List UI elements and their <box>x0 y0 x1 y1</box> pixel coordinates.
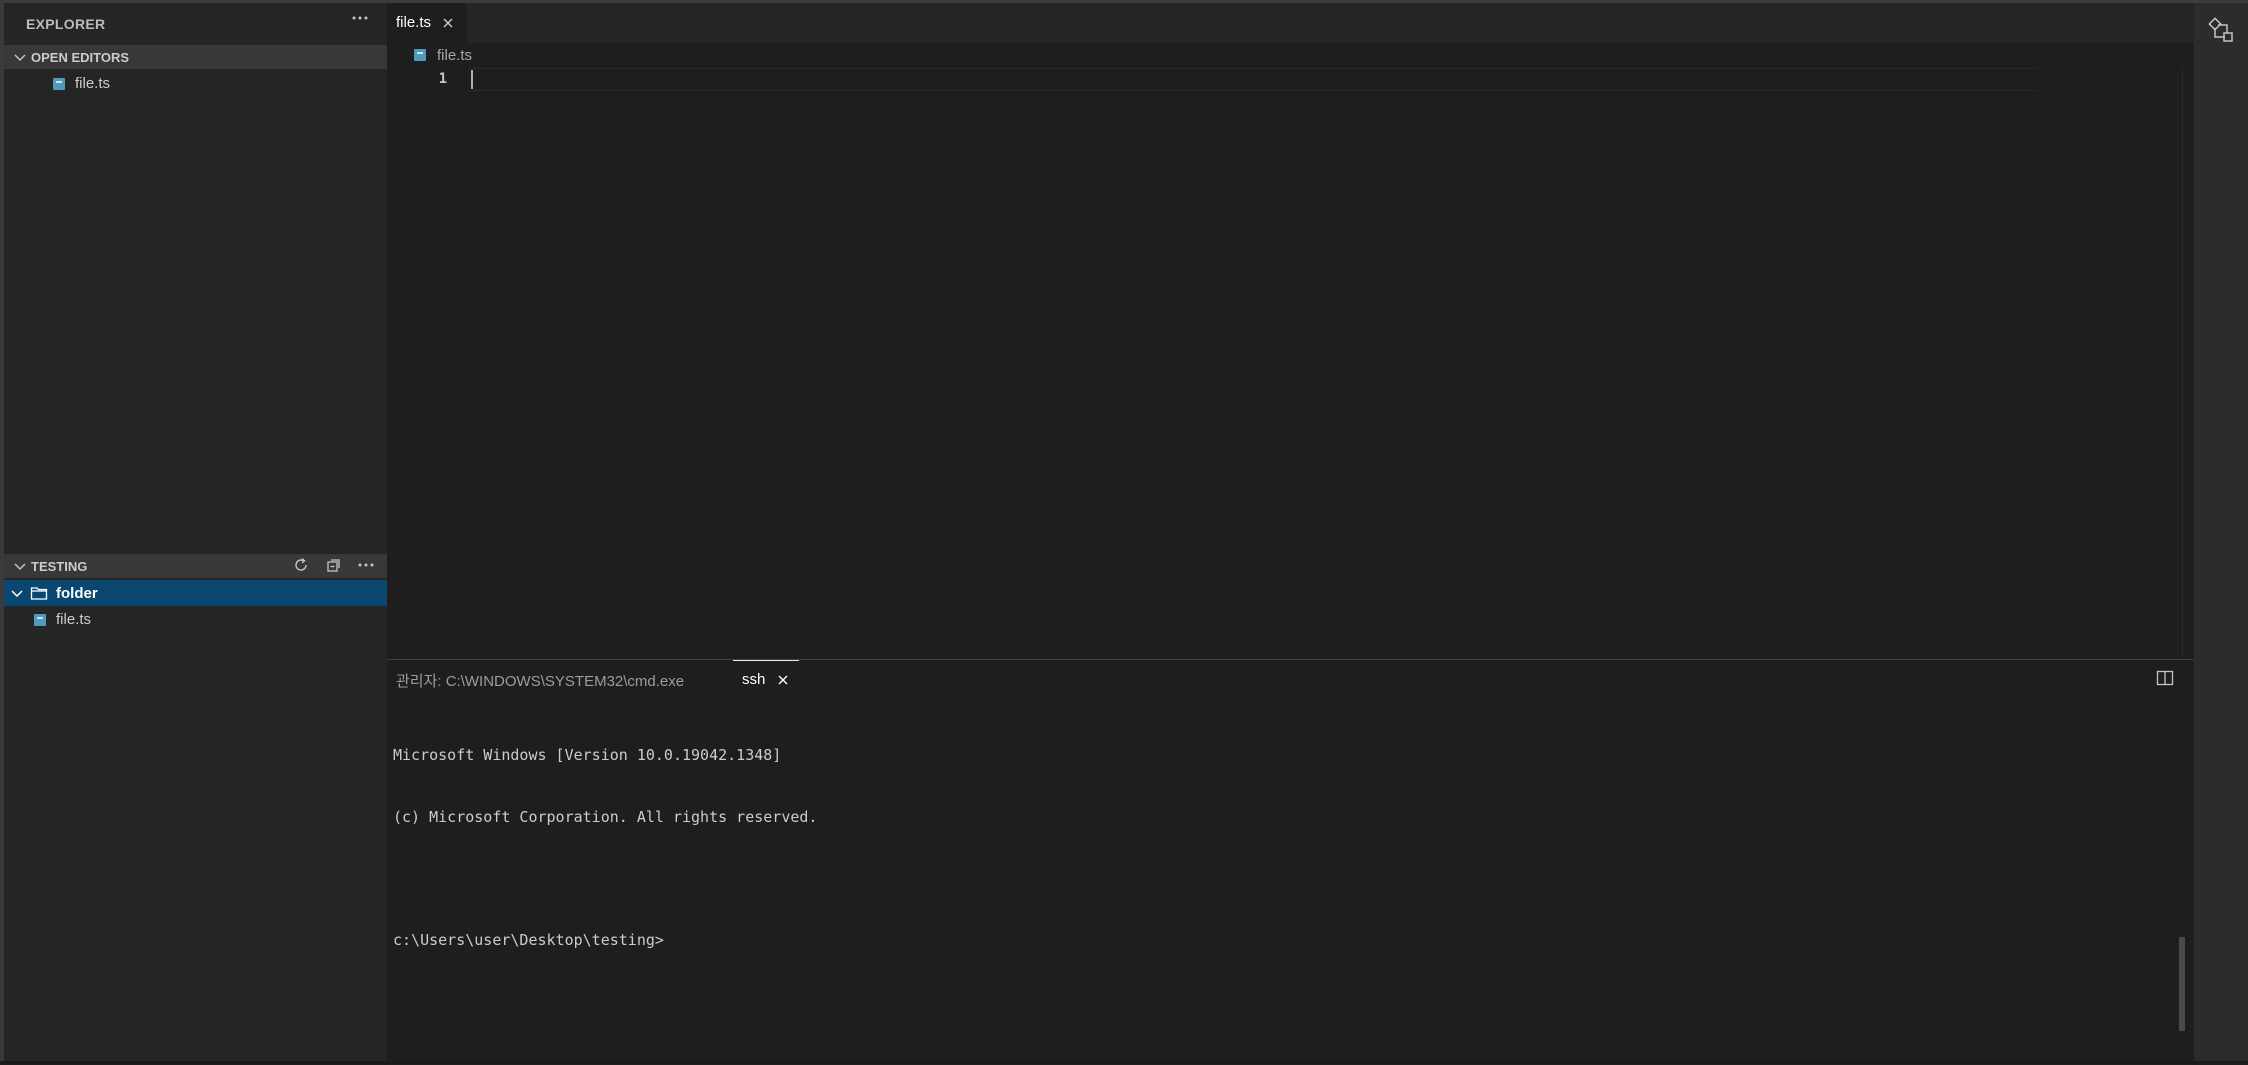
breadcrumb-file[interactable]: file.ts <box>437 47 472 64</box>
editor-tabbar: file.ts <box>387 3 2194 43</box>
testing-header[interactable]: TESTING <box>4 554 387 578</box>
terminal-tab-cmd[interactable]: 관리자: C:\WINDOWS\SYSTEM32\cmd.exe <box>387 660 727 696</box>
editor-scrollbar-track[interactable] <box>2182 67 2183 659</box>
vscode-window: EXPLORER OPEN EDITORS file.ts TESTING fo… <box>0 0 2248 1065</box>
open-editor-item-label: file.ts <box>75 75 111 92</box>
tree-item-folder[interactable]: folder <box>4 580 387 606</box>
terminal-line: Microsoft Windows [Version 10.0.19042.13… <box>393 746 782 764</box>
sidebar-title: EXPLORER <box>26 16 106 32</box>
collapse-all-icon[interactable] <box>323 556 345 576</box>
typescript-file-icon <box>414 49 426 61</box>
folder-icon <box>30 587 48 600</box>
editor-area: file.ts file.ts 1 <box>387 3 2194 659</box>
tab-label: file.ts <box>396 14 432 31</box>
terminal-output[interactable]: Microsoft Windows [Version 10.0.19042.13… <box>393 704 817 991</box>
terminal-tab-cmd-label: 관리자: C:\WINDOWS\SYSTEM32\cmd.exe <box>396 673 685 690</box>
open-editors-header[interactable]: OPEN EDITORS <box>4 45 387 69</box>
terminal-tab-ssh-label: ssh <box>742 671 766 688</box>
terminal-scrollbar[interactable] <box>2179 937 2185 1031</box>
close-icon[interactable] <box>440 15 456 31</box>
chevron-down-icon <box>14 54 26 62</box>
terminal-tab-ssh[interactable]: ssh <box>733 660 799 697</box>
terminal-prompt: c:\Users\user\Desktop\testing> <box>393 930 664 949</box>
chevron-down-icon <box>11 590 23 598</box>
breadcrumb: file.ts <box>387 43 2194 67</box>
tree-item-file[interactable]: file.ts <box>4 606 387 632</box>
chevron-down-icon <box>14 563 26 571</box>
open-editors-title: OPEN EDITORS <box>31 50 130 65</box>
tree-item-folder-label: folder <box>56 585 98 602</box>
typescript-file-icon <box>34 614 46 626</box>
close-icon[interactable] <box>775 672 791 688</box>
current-line-highlight[interactable] <box>469 68 2037 91</box>
secondary-activity-bar <box>2194 3 2248 1064</box>
tab-file-ts[interactable]: file.ts <box>387 3 466 43</box>
terminal-line: (c) Microsoft Corporation. All rights re… <box>393 807 818 826</box>
split-terminal-icon[interactable] <box>2156 670 2174 686</box>
refresh-icon[interactable] <box>290 556 312 576</box>
sidebar-header: EXPLORER <box>4 3 387 43</box>
line-number: 1 <box>438 71 447 87</box>
testing-title: TESTING <box>31 559 88 574</box>
tree-item-file-label: file.ts <box>56 611 92 628</box>
flask-icon[interactable] <box>2207 17 2235 45</box>
sidebar: EXPLORER OPEN EDITORS file.ts TESTING fo… <box>4 3 387 1064</box>
terminal-panel: 관리자: C:\WINDOWS\SYSTEM32\cmd.exe ssh Mic… <box>387 659 2194 1065</box>
testing-actions <box>284 556 377 576</box>
ellipsis-icon[interactable] <box>355 556 377 576</box>
text-cursor <box>471 70 473 89</box>
open-editor-item[interactable]: file.ts <box>4 70 387 96</box>
typescript-file-icon <box>53 78 65 90</box>
ellipsis-icon[interactable] <box>347 8 373 34</box>
